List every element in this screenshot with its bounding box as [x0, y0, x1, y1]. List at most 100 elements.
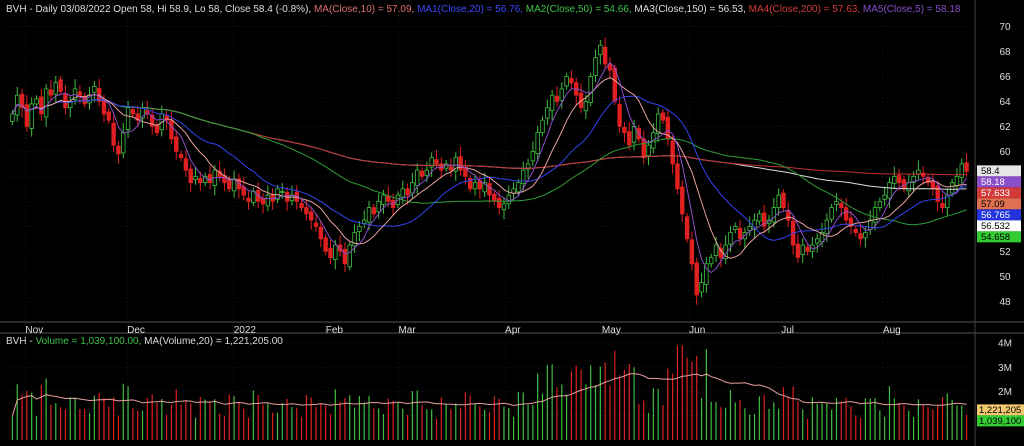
candle-body: [304, 207, 309, 215]
candle-body: [39, 96, 44, 115]
candle-body: [757, 213, 762, 222]
last-value-label: 56.532: [981, 221, 1010, 232]
last-value-label: 57.09: [981, 199, 1005, 210]
candle-body: [843, 207, 849, 221]
y-tick-label: 62: [999, 122, 1011, 133]
candle-body: [670, 140, 675, 165]
candle-body: [386, 195, 391, 202]
candle-body: [92, 86, 97, 93]
candle-body: [207, 173, 213, 184]
candle-body: [593, 57, 598, 76]
candle-body: [265, 194, 271, 207]
candle-body: [347, 244, 352, 268]
candle-body: [472, 182, 478, 190]
x-tick-label: Dec: [127, 325, 145, 336]
candle-body: [178, 153, 184, 159]
candle-body: [641, 138, 646, 159]
candle-body: [521, 169, 526, 185]
y-tick-label: 68: [999, 47, 1011, 58]
candle-body: [795, 243, 801, 258]
candle-body: [708, 257, 714, 265]
candle-body: [622, 127, 627, 134]
candle-body: [415, 169, 420, 187]
candle-body: [381, 194, 386, 205]
candle-body: [814, 238, 820, 244]
candle-body: [805, 246, 810, 252]
candle-body: [458, 156, 463, 171]
last-value-label: 56.765: [981, 210, 1010, 221]
candle-body: [371, 207, 377, 215]
candle-body: [352, 232, 357, 247]
candle-body: [125, 107, 131, 131]
candle-body: [63, 93, 68, 109]
candle-body: [892, 175, 897, 185]
candle-body: [362, 219, 367, 224]
candle-body: [694, 262, 699, 296]
x-tick-label: Mar: [398, 325, 416, 336]
price-volume-chart[interactable]: 485052545658606264666870NovDec2022FebMar…: [0, 0, 1024, 446]
ma10-line: [11, 77, 967, 259]
candle-body: [323, 237, 328, 252]
volume-ma-line: [11, 373, 967, 416]
candle-body: [689, 239, 695, 265]
volume-tick-label: 4M: [998, 339, 1012, 350]
candle-body: [627, 131, 632, 146]
x-tick-label: 2022: [234, 325, 257, 336]
candle-body: [183, 158, 189, 171]
candle-body: [839, 202, 844, 208]
candle-body: [964, 162, 969, 172]
candle-body: [598, 44, 603, 56]
candle-body: [680, 186, 685, 215]
x-tick-label: May: [602, 325, 621, 336]
candle-body: [824, 219, 830, 234]
candle-body: [48, 89, 54, 96]
last-value-label: 54.658: [981, 232, 1010, 243]
candle-body: [954, 175, 960, 187]
candle-body: [771, 207, 777, 223]
candle-body: [853, 228, 858, 233]
candle-body: [530, 150, 536, 162]
chart-window: BVH - Daily 03/08/2022 Open 58, Hi 58.9,…: [0, 0, 1024, 446]
x-tick-label: Feb: [326, 325, 344, 336]
candle-body: [313, 222, 319, 227]
y-tick-label: 52: [999, 247, 1011, 258]
y-tick-label: 64: [999, 97, 1011, 108]
candle-body: [554, 95, 560, 102]
candle-body: [492, 193, 497, 202]
candle-body: [617, 104, 622, 127]
candle-body: [77, 91, 83, 96]
candle-body: [53, 82, 58, 95]
candle-body: [776, 194, 781, 208]
x-tick-label: Apr: [505, 325, 521, 336]
candle-body: [612, 67, 617, 102]
candle-body: [169, 119, 174, 140]
volume-last-label: 1,039,100: [979, 416, 1021, 427]
candle-body: [193, 175, 198, 181]
candle-body: [376, 200, 381, 213]
candle-body: [24, 104, 30, 127]
candle-body: [559, 88, 564, 101]
candle-body: [896, 174, 902, 184]
candle-body: [246, 197, 251, 202]
candle-body: [949, 182, 955, 194]
candle-body: [130, 109, 136, 115]
volume-tick-label: 2M: [998, 387, 1012, 398]
candle-body: [863, 232, 868, 239]
candle-body: [251, 190, 256, 203]
ma5-line: [11, 61, 968, 274]
candle-body: [434, 159, 439, 165]
ma200-line: [11, 99, 967, 176]
y-tick-label: 66: [999, 72, 1011, 83]
candle-body: [308, 211, 314, 221]
candle-body: [545, 107, 550, 119]
candle-body: [487, 183, 492, 196]
candle-body: [564, 76, 569, 87]
candle-body: [188, 168, 193, 184]
candle-body: [728, 232, 733, 245]
candle-body: [10, 113, 15, 122]
candle-body: [877, 200, 883, 208]
candle-body: [930, 181, 936, 190]
candle-body: [58, 79, 63, 92]
candle-body: [940, 202, 945, 208]
candle-body: [737, 227, 743, 240]
